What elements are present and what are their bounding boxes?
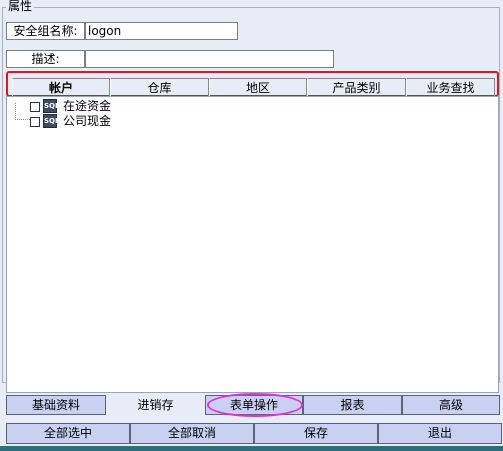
category-tabs: 帐户 仓库 地区 产品类别 业务查找 <box>6 71 499 97</box>
tab-region[interactable]: 地区 <box>209 78 307 97</box>
module-tab-reports[interactable]: 报表 <box>303 395 402 415</box>
select-all-button[interactable]: 全部选中 <box>6 423 130 444</box>
deselect-all-button[interactable]: 全部取消 <box>130 423 254 444</box>
tree-item-checkbox[interactable] <box>30 102 40 112</box>
db-folder-icon: SQL <box>43 114 59 128</box>
description-input[interactable] <box>85 50 334 68</box>
tree-item-checkbox[interactable] <box>30 117 40 127</box>
security-group-name-label: 安全组名称: <box>6 22 85 40</box>
window-bottom-strip <box>0 446 503 451</box>
tree-item-label: 公司现金 <box>63 114 112 128</box>
tree-item-label: 在途资金 <box>63 99 112 113</box>
exit-button[interactable]: 退出 <box>378 423 502 444</box>
tab-business-search[interactable]: 业务查找 <box>406 78 495 97</box>
tab-warehouse[interactable]: 仓库 <box>110 78 209 97</box>
module-tab-form-operations[interactable]: 表单操作 <box>205 395 303 415</box>
tree-item[interactable]: SQL 在途资金 <box>13 99 133 114</box>
module-tab-basic-data[interactable]: 基础资料 <box>6 395 106 415</box>
save-button[interactable]: 保存 <box>254 423 378 444</box>
module-tab-inventory[interactable]: 进销存 <box>106 395 205 415</box>
tree-item[interactable]: SQL 公司现金 <box>13 114 133 129</box>
db-folder-icon: SQL <box>43 99 59 113</box>
account-tree-panel: SQL 在途资金 SQL 公司现金 <box>6 96 499 393</box>
tab-account[interactable]: 帐户 <box>12 78 110 97</box>
description-label: 描述: <box>6 50 85 68</box>
properties-group-title: 属性 <box>6 0 35 13</box>
module-tab-advanced[interactable]: 高级 <box>402 395 500 415</box>
tab-product-category[interactable]: 产品类别 <box>307 78 406 97</box>
security-group-name-input[interactable]: logon <box>85 22 238 40</box>
